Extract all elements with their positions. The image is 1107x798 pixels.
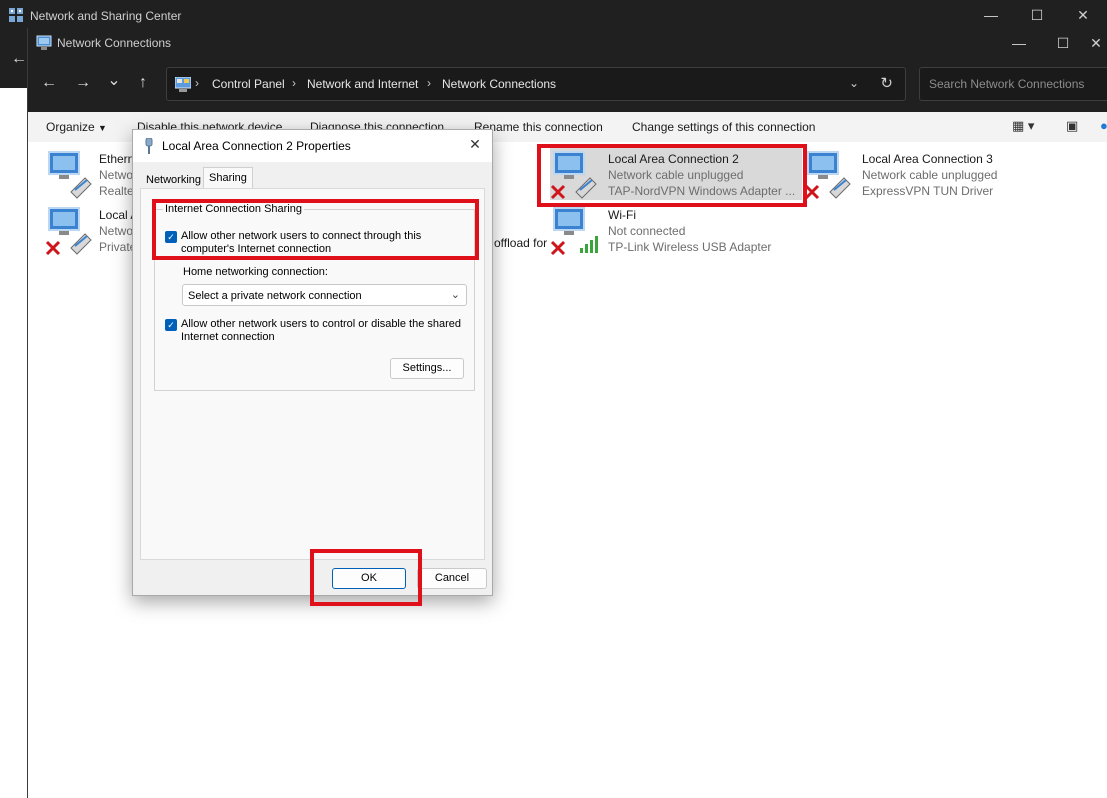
connection-status: Not connected bbox=[608, 224, 686, 238]
recent-locations-chevron-icon[interactable]: ⌄ bbox=[103, 70, 125, 90]
window-title: Network Connections bbox=[57, 36, 172, 50]
wifi-adapter-disconnected-icon bbox=[550, 207, 598, 256]
connection-name: Local Area Connection 3 bbox=[862, 152, 993, 166]
home-networking-value: Select a private network connection bbox=[188, 290, 362, 302]
network-connections-app-icon bbox=[36, 35, 52, 50]
minimize-button[interactable]: — bbox=[996, 32, 1042, 54]
up-arrow-icon[interactable]: ↑ bbox=[132, 74, 154, 92]
connection-adapter: ExpressVPN TUN Driver bbox=[862, 184, 994, 198]
window-titlebar: Network Connections — ☐ ✕ bbox=[28, 28, 1107, 58]
cancel-button[interactable]: Cancel bbox=[417, 568, 487, 589]
change-settings-button[interactable]: Change settings of this connection bbox=[632, 120, 815, 134]
navigation-bar: ← → ⌄ ↑ › Control Panel › Network and In… bbox=[28, 58, 1107, 112]
network-sharing-app-icon bbox=[9, 8, 23, 22]
connection-adapter: TP-Link Wireless USB Adapter bbox=[608, 240, 772, 254]
annotation-box-ok bbox=[310, 549, 422, 606]
checkbox-checked-icon[interactable]: ✓ bbox=[165, 319, 177, 331]
annotation-box-connection-2 bbox=[537, 144, 807, 207]
back-window-title: Network and Sharing Center bbox=[30, 9, 182, 23]
breadcrumb-network-and-internet[interactable]: Network and Internet bbox=[307, 77, 418, 91]
annotation-box-ics bbox=[152, 199, 479, 260]
connection-partial-text: offload for bbox=[494, 236, 548, 250]
view-options-icon[interactable]: ▦ ▾ bbox=[1012, 118, 1034, 134]
allow-control-checkbox[interactable]: ✓ Allow other network users to control o… bbox=[165, 318, 465, 346]
maximize-button[interactable]: ☐ bbox=[1040, 32, 1086, 54]
tab-sharing[interactable]: Sharing bbox=[203, 167, 253, 189]
connection-local-area[interactable]: Local Area Connection Network Private bbox=[45, 204, 220, 256]
connection-wifi[interactable]: Wi-Fi Not connected TP-Link Wireless USB… bbox=[550, 204, 790, 256]
help-icon[interactable]: ● bbox=[1100, 118, 1107, 133]
control-panel-icon bbox=[175, 77, 191, 92]
connection-adapter: Private bbox=[99, 240, 137, 254]
back-window-back-arrow-icon[interactable]: ← bbox=[11, 50, 27, 68]
connection-local-area-3[interactable]: Local Area Connection 3 Network cable un… bbox=[804, 148, 1024, 200]
back-window-titlebar: Network and Sharing Center — ☐ ✕ bbox=[0, 0, 1107, 30]
back-close-button[interactable]: ✕ bbox=[1060, 4, 1106, 26]
forward-arrow-icon[interactable]: → bbox=[72, 74, 94, 92]
breadcrumb-control-panel[interactable]: Control Panel bbox=[212, 77, 285, 91]
network-plug-icon bbox=[145, 138, 153, 154]
network-adapter-disconnected-icon bbox=[804, 151, 851, 200]
network-adapter-disconnected-icon bbox=[45, 207, 92, 256]
home-networking-label: Home networking connection: bbox=[183, 266, 328, 278]
tab-networking[interactable]: Networking bbox=[141, 171, 206, 189]
back-window-content bbox=[0, 88, 27, 798]
organize-chevron-icon: ▼ bbox=[98, 123, 107, 133]
close-button[interactable]: ✕ bbox=[1084, 32, 1107, 54]
breadcrumb-separator: › bbox=[427, 76, 431, 90]
search-input[interactable]: Search Network Connections bbox=[919, 67, 1107, 101]
back-arrow-icon[interactable]: ← bbox=[38, 74, 60, 92]
address-bar[interactable]: › Control Panel › Network and Internet ›… bbox=[166, 67, 906, 101]
back-minimize-button[interactable]: — bbox=[968, 4, 1014, 26]
allow-control-label: Allow other network users to control or … bbox=[181, 318, 462, 343]
refresh-icon[interactable]: ↻ bbox=[880, 74, 893, 92]
rename-connection-button[interactable]: Rename this connection bbox=[474, 120, 603, 134]
breadcrumb-separator: › bbox=[195, 76, 199, 90]
network-adapter-icon bbox=[48, 151, 92, 199]
breadcrumb-separator: › bbox=[292, 76, 296, 90]
connection-ethernet[interactable]: Ethernet Network Realtek bbox=[45, 148, 144, 200]
settings-button[interactable]: Settings... bbox=[390, 358, 464, 379]
organize-menu[interactable]: Organize ▼ bbox=[46, 120, 107, 134]
dialog-close-button[interactable]: ✕ bbox=[466, 136, 484, 153]
connection-status: Network cable unplugged bbox=[862, 168, 998, 182]
preview-pane-icon[interactable]: ▣ bbox=[1066, 118, 1078, 134]
chevron-down-icon: ⌄ bbox=[450, 289, 460, 301]
organize-label: Organize bbox=[46, 120, 95, 134]
connection-name: Wi-Fi bbox=[608, 208, 636, 222]
breadcrumb-network-connections[interactable]: Network Connections bbox=[442, 77, 556, 91]
back-maximize-button[interactable]: ☐ bbox=[1014, 4, 1060, 26]
dialog-title: Local Area Connection 2 Properties bbox=[162, 139, 351, 153]
home-networking-select[interactable]: Select a private network connection ⌄ bbox=[182, 284, 467, 306]
address-dropdown-chevron-icon[interactable]: ⌄ bbox=[849, 76, 859, 90]
dialog-titlebar: Local Area Connection 2 Properties ✕ bbox=[133, 130, 492, 162]
